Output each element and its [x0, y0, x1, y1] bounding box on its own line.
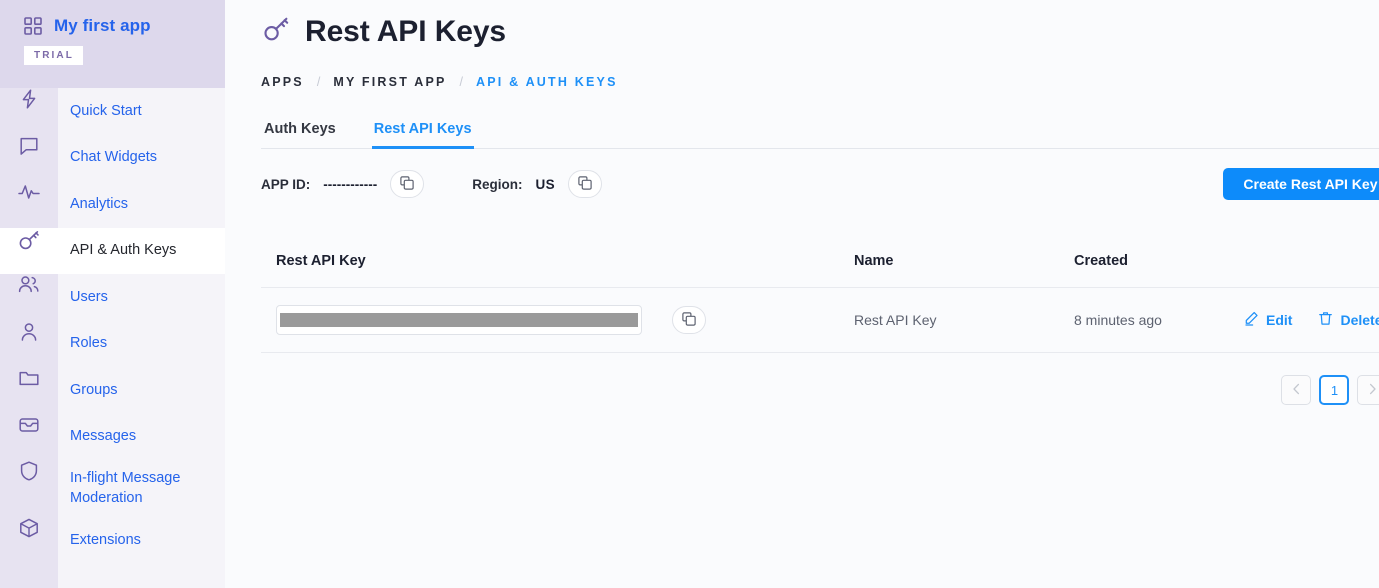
- copy-icon: [400, 175, 414, 193]
- page-header: Rest API Keys: [261, 14, 1379, 49]
- column-header-rest-api-key: Rest API Key: [276, 253, 366, 269]
- rest-api-key-cell: [276, 305, 854, 335]
- sidebar-nav: Quick Start Chat Widgets Analytics API &…: [0, 88, 225, 564]
- table-row: Rest API Key 8 minutes ago Edit Delete: [261, 288, 1379, 353]
- breadcrumb-item-api-auth-keys[interactable]: API & AUTH KEYS: [476, 75, 618, 89]
- edit-button[interactable]: Edit: [1244, 311, 1292, 329]
- tab-rest-api-keys[interactable]: Rest API Keys: [371, 121, 474, 149]
- tab-auth-keys[interactable]: Auth Keys: [262, 121, 338, 149]
- breadcrumb-item-apps[interactable]: APPS: [261, 75, 304, 89]
- user-icon: [0, 321, 58, 343]
- sidebar-item-label: Groups: [70, 381, 118, 398]
- sidebar-item-messages[interactable]: Messages: [0, 414, 225, 461]
- tab-bar: Auth Keys Rest API Keys: [261, 121, 1379, 149]
- sidebar-item-chat-widgets[interactable]: Chat Widgets: [0, 135, 225, 182]
- trash-icon: [1318, 311, 1333, 329]
- sidebar-item-label: Users: [70, 288, 108, 305]
- inbox-icon: [0, 414, 58, 436]
- sidebar-header: My first app TRIAL: [0, 0, 225, 88]
- pagination-page-1[interactable]: 1: [1319, 375, 1350, 405]
- sidebar-item-roles[interactable]: Roles: [0, 321, 225, 368]
- breadcrumb-separator: /: [459, 75, 464, 89]
- app-name: My first app: [54, 16, 151, 35]
- cell-name: Rest API Key: [854, 312, 937, 328]
- sidebar-item-label: API & Auth Keys: [70, 242, 177, 259]
- pagination: 1: [261, 375, 1379, 405]
- rest-api-keys-table: Rest API Key Name Created Rest API Key 8…: [261, 235, 1379, 353]
- sidebar-item-label: Messages: [70, 428, 137, 445]
- cell-created: 8 minutes ago: [1074, 312, 1162, 328]
- app-id-value: ------------: [323, 176, 378, 192]
- edit-label: Edit: [1266, 312, 1293, 328]
- table-header-row: Rest API Key Name Created: [261, 235, 1379, 288]
- sidebar-item-groups[interactable]: Groups: [0, 367, 225, 414]
- sidebar-item-quick-start[interactable]: Quick Start: [0, 88, 225, 135]
- copy-rest-api-key-button[interactable]: [672, 306, 706, 334]
- chevron-left-icon: [1292, 383, 1301, 398]
- column-header-name: Name: [854, 253, 894, 269]
- create-rest-api-key-button[interactable]: Create Rest API Key: [1223, 168, 1379, 200]
- sidebar-item-label: Analytics: [70, 195, 129, 212]
- breadcrumb-separator: /: [316, 75, 321, 89]
- breadcrumb: APPS / MY FIRST APP / API & AUTH KEYS: [261, 75, 1379, 89]
- sidebar-item-label: In-flight Message Moderation: [70, 470, 181, 506]
- sidebar-item-label: Extensions: [70, 531, 141, 548]
- pagination-next-button[interactable]: [1357, 375, 1379, 405]
- page-title: Rest API Keys: [305, 14, 507, 48]
- sidebar-item-label: Quick Start: [70, 102, 142, 119]
- grid-icon: [24, 17, 42, 35]
- key-icon: [261, 14, 291, 49]
- sidebar-item-label: Roles: [70, 335, 108, 352]
- main-content: Rest API Keys APPS / MY FIRST APP / API …: [225, 0, 1379, 588]
- region-label: Region:: [472, 176, 523, 192]
- region-group: Region: US: [472, 170, 603, 198]
- sidebar-item-analytics[interactable]: Analytics: [0, 181, 225, 228]
- bolt-icon: [0, 88, 58, 110]
- sidebar-item-label: Chat Widgets: [70, 149, 158, 166]
- delete-label: Delete: [1340, 312, 1379, 328]
- sidebar-item-users[interactable]: Users: [0, 274, 225, 321]
- users-icon: [0, 274, 58, 296]
- cube-icon: [0, 517, 58, 539]
- copy-region-button[interactable]: [568, 170, 603, 198]
- activity-pulse-icon: [0, 181, 58, 203]
- chat-bubble-icon: [0, 135, 58, 157]
- rest-api-key-field[interactable]: [276, 305, 642, 335]
- app-id-group: APP ID: ------------: [261, 170, 425, 198]
- app-id-label: APP ID:: [261, 176, 311, 192]
- breadcrumb-item-my-first-app[interactable]: MY FIRST APP: [333, 75, 446, 89]
- copy-icon: [682, 311, 696, 329]
- pencil-icon: [1244, 311, 1259, 329]
- chevron-right-icon: [1368, 383, 1377, 398]
- row-actions: Edit Delete: [1244, 311, 1379, 329]
- region-value: US: [535, 176, 556, 192]
- app-root: My first app TRIAL Quick Start Chat Widg…: [0, 0, 1379, 588]
- app-switcher[interactable]: My first app: [24, 16, 225, 36]
- trial-badge: TRIAL: [24, 46, 83, 65]
- copy-app-id-button[interactable]: [390, 170, 425, 198]
- pagination-prev-button[interactable]: [1281, 375, 1312, 405]
- sidebar-item-extensions[interactable]: Extensions: [0, 517, 225, 564]
- delete-button[interactable]: Delete: [1318, 311, 1379, 329]
- redacted-key-value: [280, 313, 638, 327]
- copy-icon: [578, 175, 592, 193]
- sidebar-item-api-auth-keys[interactable]: API & Auth Keys: [0, 227, 225, 274]
- shield-icon: [0, 460, 58, 482]
- sidebar-item-in-flight-message-moderation[interactable]: In-flight Message Moderation: [0, 460, 225, 517]
- key-icon: [0, 227, 58, 252]
- folder-icon: [0, 367, 58, 389]
- sidebar: My first app TRIAL Quick Start Chat Widg…: [0, 0, 225, 588]
- meta-bar: APP ID: ------------ Region: US Create R…: [261, 168, 1379, 200]
- column-header-created: Created: [1074, 253, 1128, 269]
